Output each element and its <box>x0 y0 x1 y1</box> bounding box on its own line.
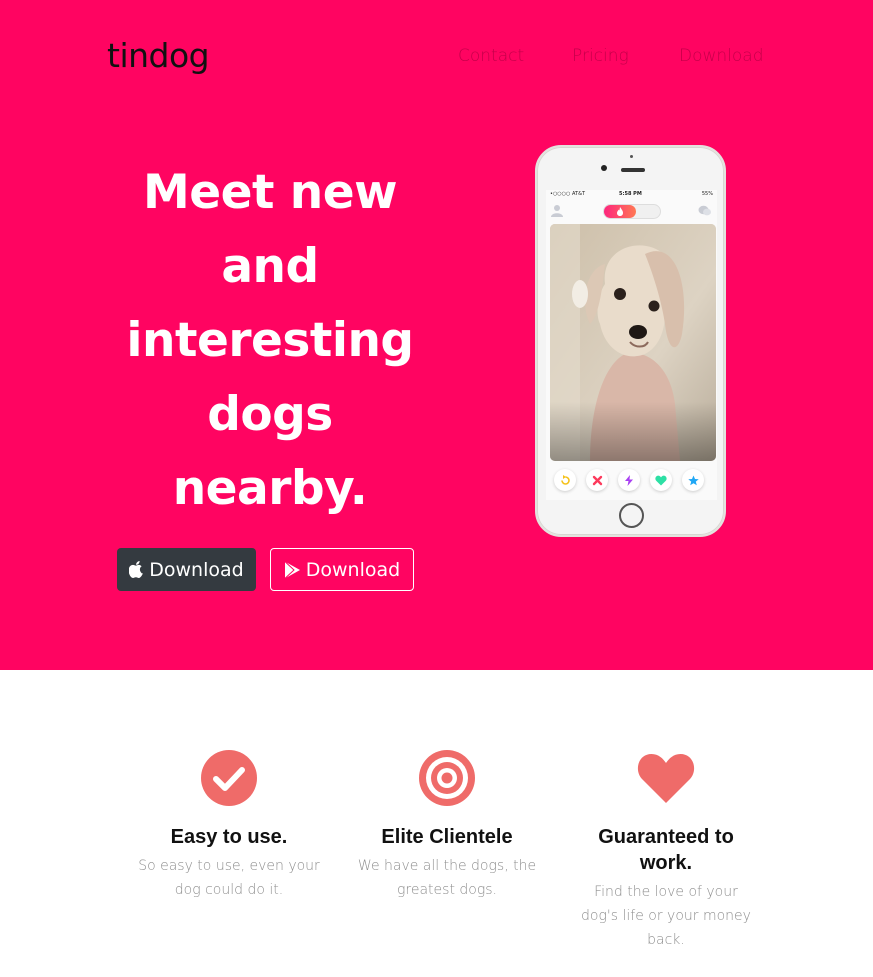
status-time: 5:58 PM <box>619 191 642 197</box>
dog-photo[interactable] <box>550 224 716 461</box>
chat-icon[interactable] <box>698 204 711 222</box>
swipe-actions <box>546 467 717 495</box>
mode-toggle[interactable] <box>603 204 661 219</box>
feature-text: So easy to use, even your dog could do i… <box>138 858 320 898</box>
hero-section: tindog Contact Pricing Download Meet new… <box>0 0 873 670</box>
nope-icon[interactable] <box>586 469 608 491</box>
apple-download-label: Download <box>149 558 244 581</box>
headline-line: interesting <box>126 313 414 368</box>
play-store-download-button[interactable]: Download <box>270 548 414 591</box>
bullseye-icon <box>419 749 475 811</box>
nav-download[interactable]: Download <box>679 46 764 66</box>
phone-camera <box>601 165 607 171</box>
top-nav: Contact Pricing Download <box>0 46 873 70</box>
feature-title: Easy to use. <box>170 826 288 848</box>
iphone-mockup: •○○○○ AT&T 5:58 PM 55% <box>535 145 726 537</box>
profile-icon[interactable] <box>551 204 563 222</box>
phone-screen: •○○○○ AT&T 5:58 PM 55% <box>546 190 717 500</box>
rewind-icon[interactable] <box>554 469 576 491</box>
headline-line: dogs <box>207 387 333 442</box>
headline-line: Meet new <box>142 165 398 220</box>
nav-contact[interactable]: Contact <box>458 46 524 66</box>
status-carrier: •○○○○ AT&T <box>550 191 586 197</box>
heart-icon <box>637 752 695 809</box>
like-icon[interactable] <box>650 469 672 491</box>
superlike-icon[interactable] <box>682 469 704 491</box>
apple-icon <box>129 561 144 578</box>
feature-text: We have all the dogs, the greatest dogs. <box>357 858 537 898</box>
feature-guaranteed: Guaranteed to work. Find the love of you… <box>566 752 766 952</box>
feature-title: Guaranteed to work. <box>598 826 734 874</box>
play-store-icon <box>284 560 301 579</box>
boost-icon[interactable] <box>618 469 640 491</box>
hero-headline: Meet new and interesting dogs nearby. <box>110 156 430 526</box>
status-bar: •○○○○ AT&T 5:58 PM 55% <box>546 190 717 199</box>
headline-line: nearby. <box>172 461 368 516</box>
phone-sensor <box>630 155 633 158</box>
check-circle-icon <box>201 749 257 811</box>
flame-toggle-active <box>604 205 636 218</box>
app-bar <box>546 200 717 220</box>
apple-download-button[interactable]: Download <box>117 548 256 591</box>
phone-home-button <box>619 503 644 528</box>
headline-line: and <box>221 239 319 294</box>
phone-speaker <box>621 168 645 172</box>
feature-easy-to-use: Easy to use. So easy to use, even your d… <box>129 749 329 902</box>
play-store-download-label: Download <box>305 558 401 581</box>
status-battery: 55% <box>701 191 713 197</box>
feature-elite-clientele: Elite Clientele We have all the dogs, th… <box>347 749 547 902</box>
feature-title: Elite Clientele <box>381 826 513 848</box>
nav-pricing[interactable]: Pricing <box>572 46 629 66</box>
feature-text: Find the love of your dog's life or your… <box>581 884 751 948</box>
